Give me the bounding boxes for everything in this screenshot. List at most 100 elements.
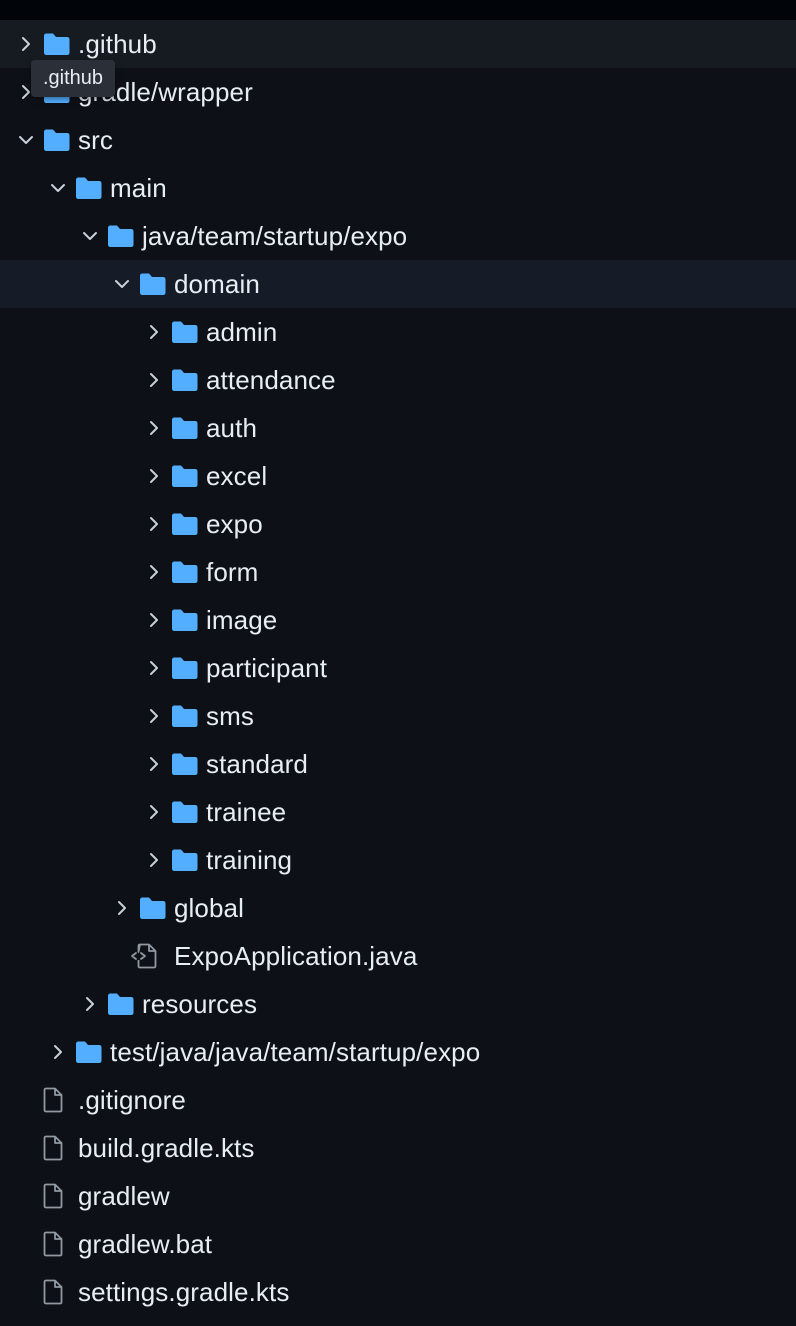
tree-folder-trainee[interactable]: trainee xyxy=(0,788,796,836)
file-icon xyxy=(42,1268,72,1316)
tree-item-label: java/team/startup/expo xyxy=(142,220,408,251)
folder-icon xyxy=(170,692,200,740)
tree-folder-admin[interactable]: admin xyxy=(0,308,796,356)
tree-item-label: training xyxy=(206,844,293,875)
tree-file-expoapplication-java[interactable]: ExpoApplication.java xyxy=(0,932,796,980)
tree-item-label: settings.gradle.kts xyxy=(78,1276,290,1307)
tree-item-label: standard xyxy=(206,748,308,779)
tree-item-label: attendance xyxy=(206,364,336,395)
tree-item-label: expo xyxy=(206,508,263,539)
folder-icon xyxy=(170,548,200,596)
tree-item-label: participant xyxy=(206,652,328,683)
tree-item-label: auth xyxy=(206,412,258,443)
chevron-right-icon[interactable] xyxy=(145,836,163,884)
tree-item-label: ExpoApplication.java xyxy=(174,940,418,971)
tree-folder-expo[interactable]: expo xyxy=(0,500,796,548)
tree-folder-test-java-java-team-startup-expo[interactable]: test/java/java/team/startup/expo xyxy=(0,1028,796,1076)
tree-file-gradlew-bat[interactable]: gradlew.bat xyxy=(0,1220,796,1268)
folder-icon xyxy=(74,164,104,212)
chevron-right-icon[interactable] xyxy=(145,500,163,548)
chevron-right-icon[interactable] xyxy=(81,980,99,1028)
chevron-right-icon[interactable] xyxy=(145,692,163,740)
tree-folder-java-team-startup-expo[interactable]: java/team/startup/expo xyxy=(0,212,796,260)
tree-item-label: excel xyxy=(206,460,268,491)
folder-icon xyxy=(170,404,200,452)
chevron-right-icon[interactable] xyxy=(145,644,163,692)
folder-icon xyxy=(138,884,168,932)
tree-item-label: .gitignore xyxy=(78,1084,186,1115)
folder-icon xyxy=(106,980,136,1028)
file-tree: .github gradle/wrapper src main java/team/st… xyxy=(0,20,796,1316)
tree-folder-attendance[interactable]: attendance xyxy=(0,356,796,404)
code-file-icon xyxy=(130,932,168,980)
folder-icon xyxy=(138,260,168,308)
tree-item-label: gradlew xyxy=(78,1180,170,1211)
chevron-right-icon[interactable] xyxy=(145,596,163,644)
chevron-right-icon[interactable] xyxy=(145,404,163,452)
tree-folder-form[interactable]: form xyxy=(0,548,796,596)
tree-item-label: admin xyxy=(206,316,278,347)
chevron-right-icon[interactable] xyxy=(145,548,163,596)
chevron-right-icon[interactable] xyxy=(145,308,163,356)
tree-folder-auth[interactable]: auth xyxy=(0,404,796,452)
tree-folder-sms[interactable]: sms xyxy=(0,692,796,740)
file-icon xyxy=(42,1220,72,1268)
chevron-right-icon[interactable] xyxy=(145,740,163,788)
file-icon xyxy=(42,1124,72,1172)
folder-icon xyxy=(170,788,200,836)
folder-icon xyxy=(42,116,72,164)
tree-item-label: resources xyxy=(142,988,258,1019)
chevron-right-icon[interactable] xyxy=(49,1028,67,1076)
folder-icon xyxy=(170,644,200,692)
chevron-right-icon[interactable] xyxy=(145,356,163,404)
folder-icon xyxy=(170,740,200,788)
tree-folder-main[interactable]: main xyxy=(0,164,796,212)
tree-item-label: form xyxy=(206,556,259,587)
chevron-down-icon[interactable] xyxy=(49,164,67,212)
tree-folder-standard[interactable]: standard xyxy=(0,740,796,788)
tree-file-gradlew[interactable]: gradlew xyxy=(0,1172,796,1220)
tree-item-label: global xyxy=(174,892,244,923)
tree-item-label: gradlew.bat xyxy=(78,1228,213,1259)
tree-item-label: .github xyxy=(78,28,157,59)
tree-file-build-gradle-kts[interactable]: build.gradle.kts xyxy=(0,1124,796,1172)
top-bar xyxy=(0,0,796,20)
folder-icon xyxy=(170,452,200,500)
chevron-down-icon[interactable] xyxy=(113,260,131,308)
chevron-right-icon[interactable] xyxy=(113,884,131,932)
chevron-down-icon[interactable] xyxy=(81,212,99,260)
folder-icon xyxy=(170,308,200,356)
tree-folder-src[interactable]: src xyxy=(0,116,796,164)
tree-item-label: main xyxy=(110,172,167,203)
tree-folder-training[interactable]: training xyxy=(0,836,796,884)
tree-item-label: domain xyxy=(174,268,260,299)
tree-item-label: src xyxy=(78,124,113,155)
tree-item-label: build.gradle.kts xyxy=(78,1132,255,1163)
folder-icon xyxy=(170,596,200,644)
chevron-down-icon[interactable] xyxy=(17,116,35,164)
folder-icon xyxy=(106,212,136,260)
folder-icon xyxy=(170,356,200,404)
folder-icon xyxy=(74,1028,104,1076)
tree-file-settings-gradle-kts[interactable]: settings.gradle.kts xyxy=(0,1268,796,1316)
tree-item-label: sms xyxy=(206,700,254,731)
file-icon xyxy=(42,1172,72,1220)
tree-folder-excel[interactable]: excel xyxy=(0,452,796,500)
tree-item-label: image xyxy=(206,604,278,635)
tree-item-label: test/java/java/team/startup/expo xyxy=(110,1036,481,1067)
tree-folder-global[interactable]: global xyxy=(0,884,796,932)
tree-file-gitignore[interactable]: .gitignore xyxy=(0,1076,796,1124)
chevron-right-icon[interactable] xyxy=(145,452,163,500)
folder-icon xyxy=(170,500,200,548)
tree-folder-domain[interactable]: domain xyxy=(0,260,796,308)
file-icon xyxy=(42,1076,72,1124)
tree-folder-github[interactable]: .github xyxy=(0,20,796,68)
folder-icon xyxy=(170,836,200,884)
tooltip: .github xyxy=(31,60,116,97)
chevron-right-icon[interactable] xyxy=(145,788,163,836)
tree-folder-gradle-wrapper[interactable]: gradle/wrapper xyxy=(0,68,796,116)
tree-item-label: trainee xyxy=(206,796,287,827)
tree-folder-resources[interactable]: resources xyxy=(0,980,796,1028)
tree-folder-participant[interactable]: participant xyxy=(0,644,796,692)
tree-folder-image[interactable]: image xyxy=(0,596,796,644)
